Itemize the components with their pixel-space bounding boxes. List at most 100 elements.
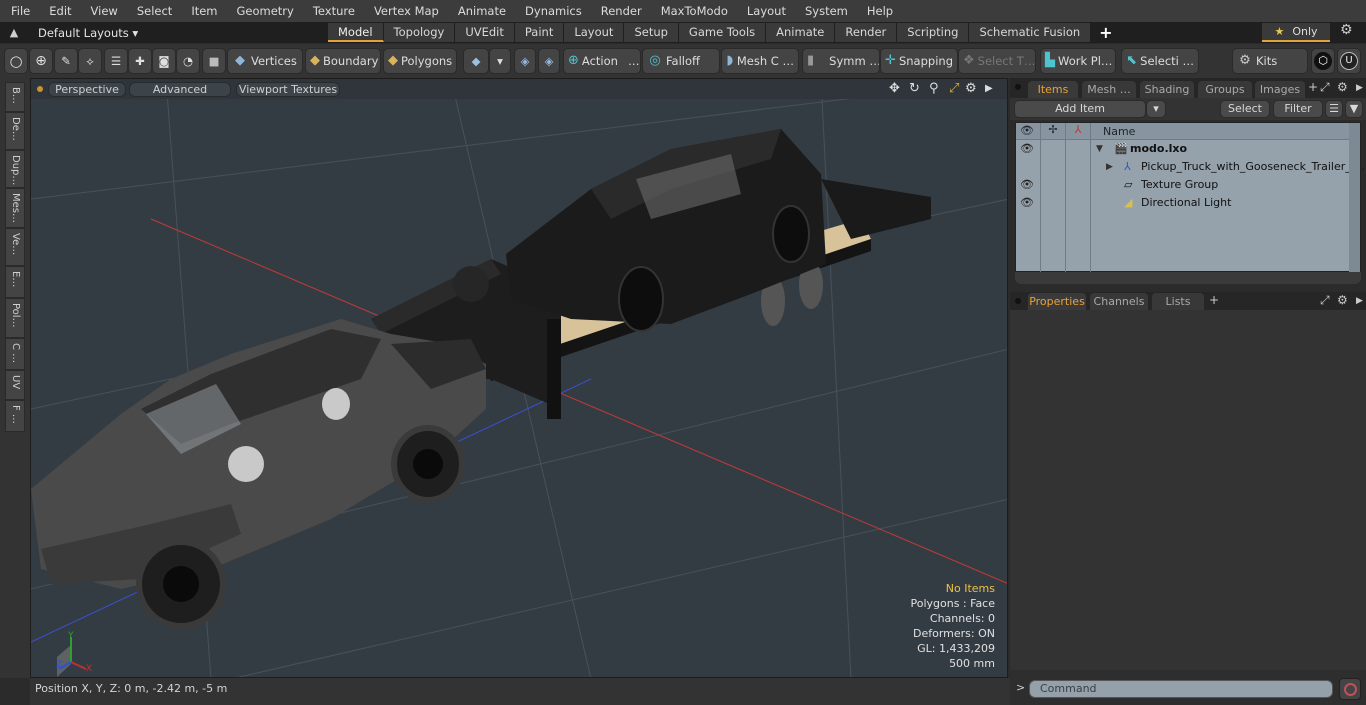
move-view-icon[interactable]: ✥ (889, 81, 900, 96)
lock-column-icon[interactable]: ✢ (1046, 123, 1060, 136)
lasso-button[interactable]: ⟡ (78, 48, 102, 74)
mode-dropdown-button[interactable]: ▾ (489, 48, 511, 74)
align-button[interactable]: ☰ (104, 48, 128, 74)
tree-row-texture-group[interactable]: 👁 ▱ Texture Group (1016, 176, 1351, 194)
command-input[interactable]: Command (1029, 680, 1333, 698)
expand-panel-icon[interactable]: ⤢ (1320, 293, 1330, 308)
action-center-button[interactable]: ⊕ Action… (563, 48, 641, 74)
shading-mode-button[interactable]: Advanced (129, 82, 231, 97)
symmetry-button[interactable]: ▮ Symm … (802, 48, 880, 74)
left-tab-edge[interactable]: E… (5, 266, 25, 298)
tab-mesh[interactable]: Mesh … (1082, 81, 1136, 98)
menu-dynamics[interactable]: Dynamics (514, 0, 590, 22)
polygons-button[interactable]: ◆ Polygons (383, 48, 457, 74)
tab-paint[interactable]: Paint (514, 23, 565, 42)
gear-icon[interactable]: ⚙ (1340, 22, 1353, 38)
expand-triangle-icon[interactable]: ▼ (1096, 140, 1103, 158)
default-layouts-dropdown[interactable]: Default Layouts ▾ (38, 26, 328, 40)
viewport-textures-button[interactable]: Viewport Textures (236, 82, 340, 97)
snapping-button[interactable]: ✛ Snapping (880, 48, 958, 74)
menu-maxtomodo[interactable]: MaxToModo (650, 0, 736, 22)
maximize-view-icon[interactable]: ⤢ (949, 81, 959, 96)
visibility-eye-icon[interactable]: 👁 (1020, 176, 1034, 194)
select-circle-button[interactable]: ○ (4, 48, 28, 74)
tab-schematic-fusion[interactable]: Schematic Fusion (969, 23, 1092, 42)
menu-texture[interactable]: Texture (302, 0, 363, 22)
collapse-triangle-icon[interactable]: ▶ (1106, 158, 1113, 176)
list-options-button[interactable]: ☰ (1325, 100, 1343, 118)
select-button[interactable]: Select (1220, 100, 1270, 118)
falloff-button[interactable]: ◎ Falloff (642, 48, 720, 74)
menu-animate[interactable]: Animate (447, 0, 514, 22)
pivot-button[interactable]: ◈ (514, 48, 536, 74)
panel-settings-icon[interactable]: ⚙ (1337, 293, 1348, 307)
record-macro-button[interactable] (1339, 678, 1361, 700)
zoom-view-icon[interactable]: ⚲ (929, 81, 939, 96)
tree-scrollbar[interactable] (1349, 123, 1360, 272)
tab-properties[interactable]: Properties (1028, 293, 1086, 310)
left-tab-mesh-edit[interactable]: Mes… (5, 188, 25, 228)
globe-button[interactable]: ⊕ (29, 48, 53, 74)
left-tab-deform[interactable]: De… (5, 112, 25, 150)
tab-topology[interactable]: Topology (383, 23, 456, 42)
center-button[interactable]: ◈ (538, 48, 560, 74)
menu-view[interactable]: View (80, 0, 126, 22)
item-type-column-icon[interactable]: ⅄ (1071, 123, 1085, 136)
menu-system[interactable]: System (794, 0, 856, 22)
panel-menu-arrow-icon[interactable]: ▶ (1356, 83, 1363, 93)
menu-select[interactable]: Select (126, 0, 180, 22)
tree-row-modo-lxo[interactable]: 👁 ▼ 🎬 modo.lxo (1016, 140, 1351, 158)
menu-geometry[interactable]: Geometry (226, 0, 302, 22)
tab-uvedit[interactable]: UVEdit (455, 23, 515, 42)
menu-edit[interactable]: Edit (38, 0, 79, 22)
cross-button[interactable]: ✚ (128, 48, 152, 74)
tab-render[interactable]: Render (835, 23, 898, 42)
item-mode-button[interactable]: ■ (202, 48, 226, 74)
visibility-eye-icon[interactable]: 👁 (1020, 194, 1034, 212)
panel-settings-icon[interactable]: ⚙ (1337, 80, 1348, 94)
left-tab-polygon[interactable]: Pol… (5, 298, 25, 338)
menu-item[interactable]: Item (180, 0, 225, 22)
left-tab-curve[interactable]: C … (5, 338, 25, 370)
name-column-header[interactable]: Name (1103, 125, 1135, 138)
viewport-menu-arrow-icon[interactable]: ▶ (985, 83, 993, 94)
menu-layout[interactable]: Layout (736, 0, 794, 22)
add-item-dropdown[interactable]: ▾ (1146, 100, 1166, 118)
tab-animate[interactable]: Animate (766, 23, 836, 42)
only-toggle[interactable]: ★ Only (1262, 23, 1330, 42)
add-item-button[interactable]: Add Item (1014, 100, 1146, 118)
add-panel-tab-icon[interactable]: + (1308, 80, 1318, 94)
left-tab-duplicate[interactable]: Dup… (5, 150, 25, 188)
material-mode-button[interactable]: ◆ (463, 48, 489, 74)
tab-shading[interactable]: Shading (1140, 81, 1194, 98)
rotate-view-icon[interactable]: ↻ (909, 81, 920, 96)
left-tab-uv[interactable]: UV (5, 370, 25, 400)
kits-button[interactable]: ⚙ Kits (1232, 48, 1308, 74)
left-tab-basic[interactable]: B… (5, 82, 25, 112)
3d-viewport[interactable]: Y X Z Perspective Advanced Viewport Text… (30, 78, 1008, 678)
tab-setup[interactable]: Setup (624, 23, 679, 42)
tab-game-tools[interactable]: Game Tools (678, 23, 767, 42)
left-tab-fusion[interactable]: F … (5, 400, 25, 432)
boundary-button[interactable]: ◆ Boundary (305, 48, 381, 74)
perspective-button[interactable]: Perspective (48, 82, 126, 97)
square-target-button[interactable]: ◙ (152, 48, 176, 74)
unreal-button[interactable]: U (1337, 48, 1361, 74)
visibility-column-icon[interactable]: 👁 (1020, 124, 1034, 137)
left-tab-vertex[interactable]: Ve… (5, 228, 25, 266)
funnel-filter-button[interactable]: ▼ (1345, 100, 1363, 118)
expand-panel-icon[interactable]: ⤢ (1320, 80, 1330, 95)
tab-items[interactable]: Items (1028, 81, 1078, 98)
selection-sets-button[interactable]: ⬉ Selecti … (1121, 48, 1199, 74)
mesh-constraint-button[interactable]: ◗ Mesh C … (721, 48, 799, 74)
menu-help[interactable]: Help (856, 0, 901, 22)
dial-button[interactable]: ◔ (176, 48, 200, 74)
menu-render[interactable]: Render (590, 0, 650, 22)
panel-menu-arrow-icon[interactable]: ▶ (1356, 296, 1363, 306)
tab-images[interactable]: Images (1255, 81, 1305, 98)
menu-file[interactable]: File (0, 0, 38, 22)
collapse-up-icon[interactable]: ▲ (0, 26, 28, 39)
tab-channels[interactable]: Channels (1090, 293, 1148, 310)
unity-button[interactable]: ⬡ (1311, 48, 1335, 74)
tree-row-directional-light[interactable]: 👁 ◢ Directional Light (1016, 194, 1351, 212)
